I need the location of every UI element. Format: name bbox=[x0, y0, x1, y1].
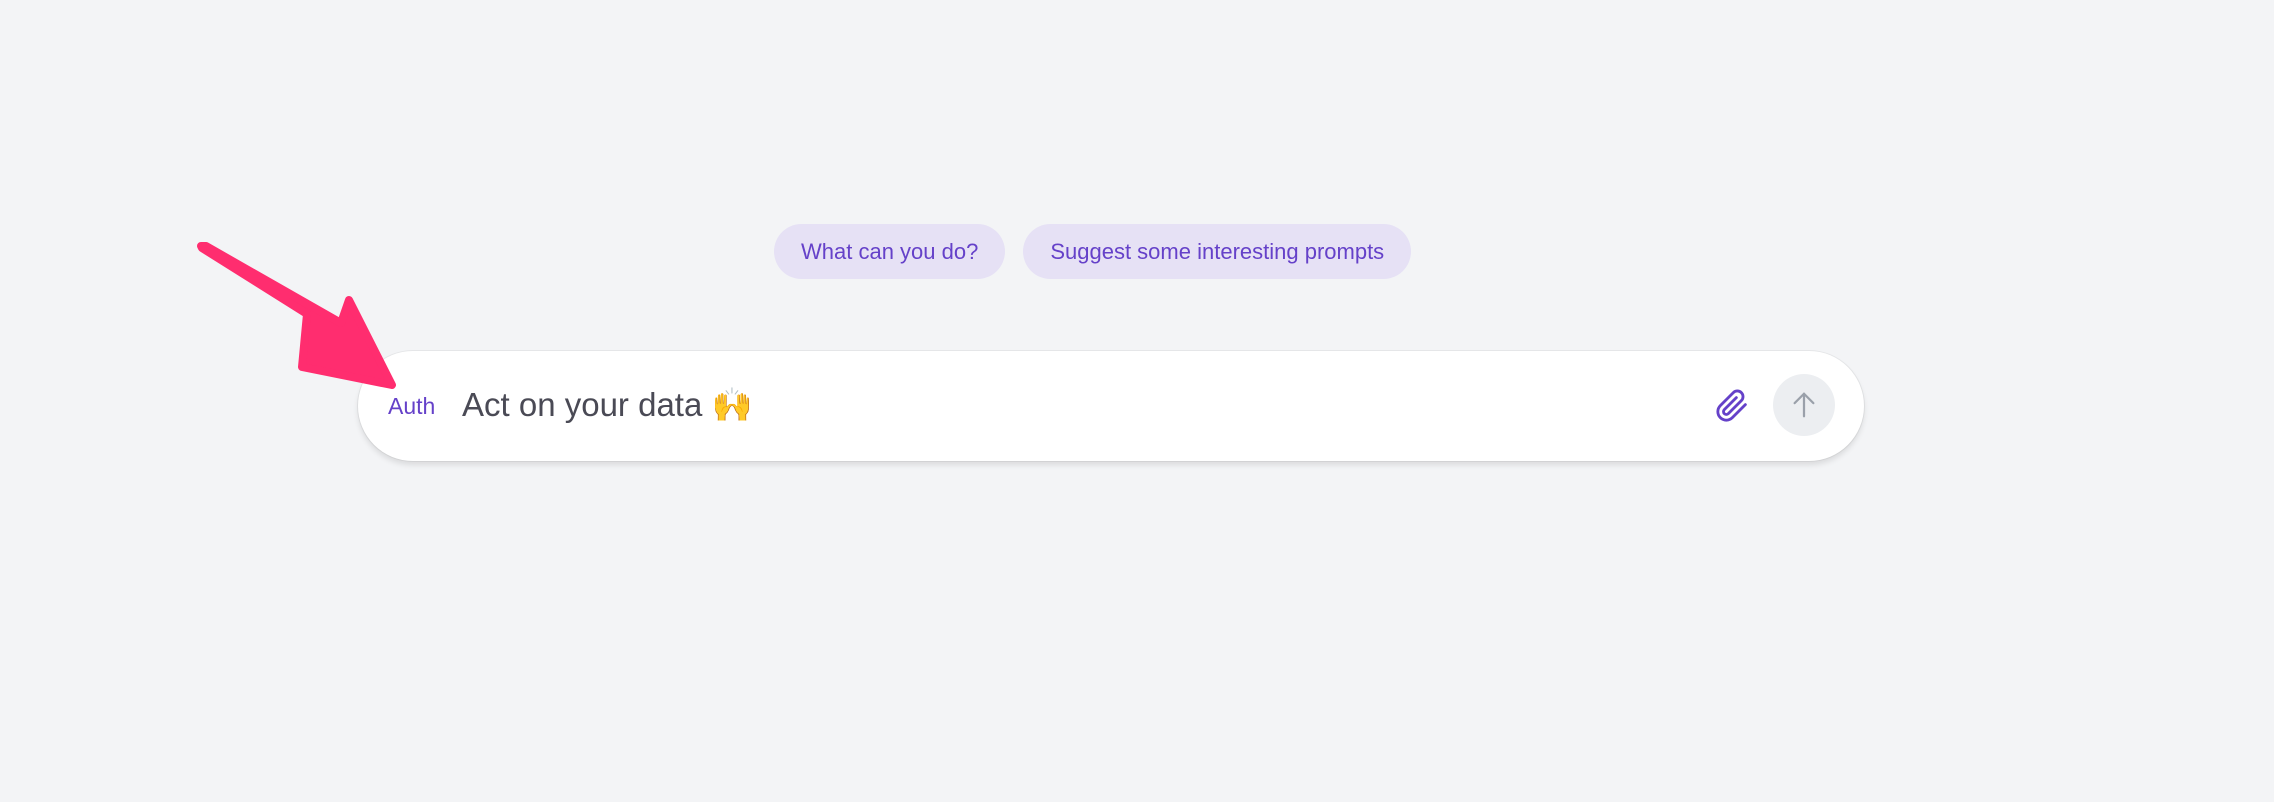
attach-button[interactable] bbox=[1712, 386, 1752, 426]
arrow-up-icon bbox=[1793, 392, 1815, 418]
chat-composer: Auth bbox=[358, 351, 1864, 461]
send-button[interactable] bbox=[1773, 374, 1835, 436]
prompt-input[interactable] bbox=[462, 377, 1702, 433]
suggestion-chip-interesting-prompts[interactable]: Suggest some interesting prompts bbox=[1023, 224, 1412, 279]
suggestion-chip-what-can-you-do[interactable]: What can you do? bbox=[774, 224, 1006, 279]
pointer-arrow-icon bbox=[197, 242, 396, 389]
paperclip-icon bbox=[1716, 389, 1747, 422]
suggested-prompts: What can you do? Suggest some interestin… bbox=[774, 224, 1412, 279]
auth-button[interactable]: Auth bbox=[388, 393, 435, 420]
